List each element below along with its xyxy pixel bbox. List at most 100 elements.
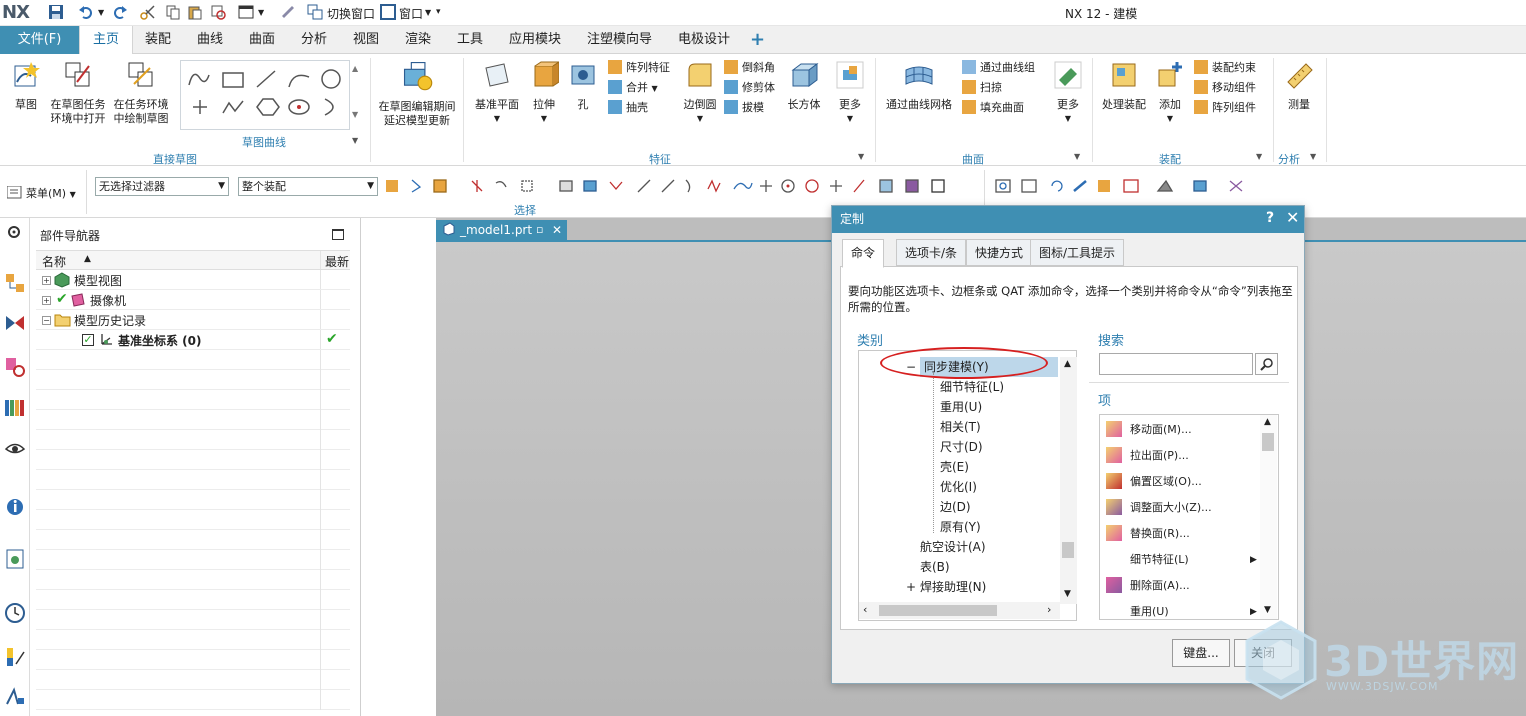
through-curve-mesh-button[interactable]: 通过曲线网格 [880, 60, 958, 112]
category-item[interactable]: 航空设计(A) [862, 537, 1062, 557]
add-component-button[interactable]: 添加 ▼ [1152, 60, 1188, 126]
paste-icon[interactable] [187, 4, 203, 20]
feature-group-dropdown-icon[interactable]: ▼ [858, 152, 864, 161]
category-item[interactable]: 壳(E) [862, 457, 1062, 477]
selection-toolbar-icons[interactable] [384, 177, 974, 195]
surface-group-dropdown-icon[interactable]: ▼ [1074, 152, 1080, 161]
roles-icon[interactable] [4, 686, 26, 708]
extrude-dropdown-icon[interactable]: ▼ [524, 112, 564, 126]
tab-home[interactable]: 主页 [79, 26, 133, 55]
feature-more-dropdown-icon[interactable]: ▼ [830, 112, 870, 126]
edge-blend-dropdown-icon[interactable]: ▼ [680, 112, 720, 126]
window-icon[interactable] [380, 4, 396, 20]
keyboard-button[interactable]: 键盘... [1172, 639, 1230, 667]
tree-row[interactable]: − 模型历史记录 [36, 310, 350, 330]
search-input[interactable] [1099, 353, 1253, 375]
edge-blend-button[interactable]: 边倒圆 ▼ [680, 60, 720, 126]
trim-body-button[interactable]: 修剪体 [724, 78, 786, 98]
undo-dropdown-icon[interactable]: ▼ [98, 8, 104, 17]
surface-more-dropdown-icon[interactable]: ▼ [1048, 112, 1088, 126]
view-toolbar-icons[interactable] [994, 177, 1264, 195]
datum-plane-button[interactable]: 基准平面 ▼ [470, 60, 524, 126]
sketch-in-task-env-button[interactable]: 在任务环境 中绘制草图 [110, 60, 172, 126]
touch-mode-icon[interactable] [280, 4, 296, 20]
category-item[interactable]: 尺寸(D) [862, 437, 1062, 457]
expand-icon[interactable]: + [42, 296, 51, 305]
datum-plane-dropdown-icon[interactable]: ▼ [470, 112, 524, 126]
tab-tabs-bars[interactable]: 选项卡/条 [896, 239, 967, 266]
repeat-command-icon[interactable] [210, 4, 226, 20]
undo-icon[interactable] [78, 4, 94, 20]
tab-electrode-design[interactable]: 电极设计 [668, 26, 740, 54]
dialog-close-icon[interactable]: ✕ [1286, 208, 1299, 227]
tab-file[interactable]: 文件(F) [0, 26, 79, 54]
visibility-checkbox[interactable]: ✓ [82, 334, 94, 346]
items-vertical-scrollbar[interactable]: ▲ ▼ [1260, 415, 1277, 619]
redo-icon[interactable] [112, 4, 128, 20]
switch-window-icon[interactable] [307, 4, 323, 20]
tab-view[interactable]: 视图 [343, 26, 389, 54]
pattern-feature-button[interactable]: 阵列特征 [608, 58, 678, 78]
open-sketch-task-env-button[interactable]: 在草图任务 环境中打开 [48, 60, 108, 126]
help-icon[interactable]: ? [1266, 210, 1274, 226]
add-component-dropdown-icon[interactable]: ▼ [1152, 112, 1188, 126]
color-palette-icon[interactable] [4, 646, 26, 668]
command-item[interactable]: 拉出面(P)... [1106, 443, 1266, 469]
tab-mold-wizard[interactable]: 注塑模向导 [577, 26, 662, 54]
scroll-down-icon[interactable]: ▼ [1064, 589, 1071, 599]
category-item[interactable]: 表(B) [862, 557, 1062, 577]
category-item[interactable]: 原有(Y) [862, 517, 1062, 537]
tab-surface[interactable]: 曲面 [239, 26, 285, 54]
history-clock-icon[interactable] [4, 602, 26, 624]
column-latest-header[interactable]: 最新 [325, 253, 349, 270]
menu-button[interactable]: 菜单(M) ▼ [26, 185, 76, 201]
gallery-more-icon[interactable]: ▼ [352, 110, 358, 119]
category-horizontal-scrollbar[interactable]: ‹ › [859, 602, 1060, 619]
eye-icon[interactable] [4, 438, 26, 460]
scroll-thumb[interactable] [879, 605, 997, 616]
hole-button[interactable]: 孔 [566, 60, 600, 112]
category-vertical-scrollbar[interactable]: ▲ ▼ [1060, 357, 1077, 604]
web-browser-icon[interactable] [4, 548, 26, 570]
layout-dropdown-icon[interactable]: ▼ [258, 8, 264, 17]
command-submenu-item[interactable]: 细节特征(L) ▶ [1106, 547, 1266, 573]
tab-commands[interactable]: 命令 [842, 239, 885, 268]
info-icon[interactable] [4, 494, 26, 516]
scroll-left-icon[interactable]: ‹ [863, 603, 867, 616]
column-name-header[interactable]: 名称 [42, 253, 66, 270]
reuse-library-icon[interactable] [4, 396, 26, 418]
tab-render[interactable]: 渲染 [395, 26, 441, 54]
swept-button[interactable]: 扫掠 [962, 78, 1046, 98]
category-item[interactable]: 边(D) [862, 497, 1062, 517]
category-item[interactable]: 优化(I) [862, 477, 1062, 497]
command-item[interactable]: 删除面(A)... [1106, 573, 1266, 599]
tab-shortcuts[interactable]: 快捷方式 [966, 239, 1033, 266]
tree-row[interactable]: ✓ 基准坐标系 (0) ✔ [36, 330, 350, 350]
scroll-thumb[interactable] [1062, 542, 1074, 558]
selection-scope-dropdown[interactable]: 整个装配 ▼ [238, 177, 378, 196]
tab-icons-tooltips[interactable]: 图标/工具提示 [1030, 239, 1125, 266]
tab-analysis[interactable]: 分析 [291, 26, 337, 54]
tab-curve[interactable]: 曲线 [187, 26, 233, 54]
switch-window-button[interactable]: 切换窗口 [327, 5, 375, 22]
part-file-tab[interactable]: _model1.prt ▫ ✕ [436, 220, 567, 240]
window-layout-icon[interactable] [238, 4, 254, 20]
expand-icon[interactable]: + [42, 276, 51, 285]
gear-icon[interactable] [6, 224, 22, 240]
block-button[interactable]: 长方体 [784, 60, 824, 112]
unite-dropdown-icon[interactable]: ▼ [652, 84, 658, 93]
scroll-up-icon[interactable]: ▲ [1264, 417, 1271, 427]
close-tab-icon[interactable]: ✕ [552, 220, 562, 240]
sketch-curve-dropdown-icon[interactable]: ▼ [352, 136, 358, 145]
fill-surface-button[interactable]: 填充曲面 [962, 98, 1046, 118]
move-component-button[interactable]: 移动组件 [1194, 78, 1274, 98]
extrude-button[interactable]: 拉伸 ▼ [524, 60, 564, 126]
qat-customize-icon[interactable]: ▾ [436, 7, 441, 17]
delay-model-update-button[interactable]: 在草图编辑期间 延迟模型更新 [374, 58, 460, 128]
measure-button[interactable]: 测量 [1278, 60, 1320, 112]
add-tab-icon[interactable]: + [740, 26, 775, 54]
window-dropdown-icon[interactable]: ▼ [425, 8, 431, 17]
category-item[interactable]: 相关(T) [862, 417, 1062, 437]
cut-icon[interactable] [140, 4, 156, 20]
command-item[interactable]: 调整面大小(Z)... [1106, 495, 1266, 521]
